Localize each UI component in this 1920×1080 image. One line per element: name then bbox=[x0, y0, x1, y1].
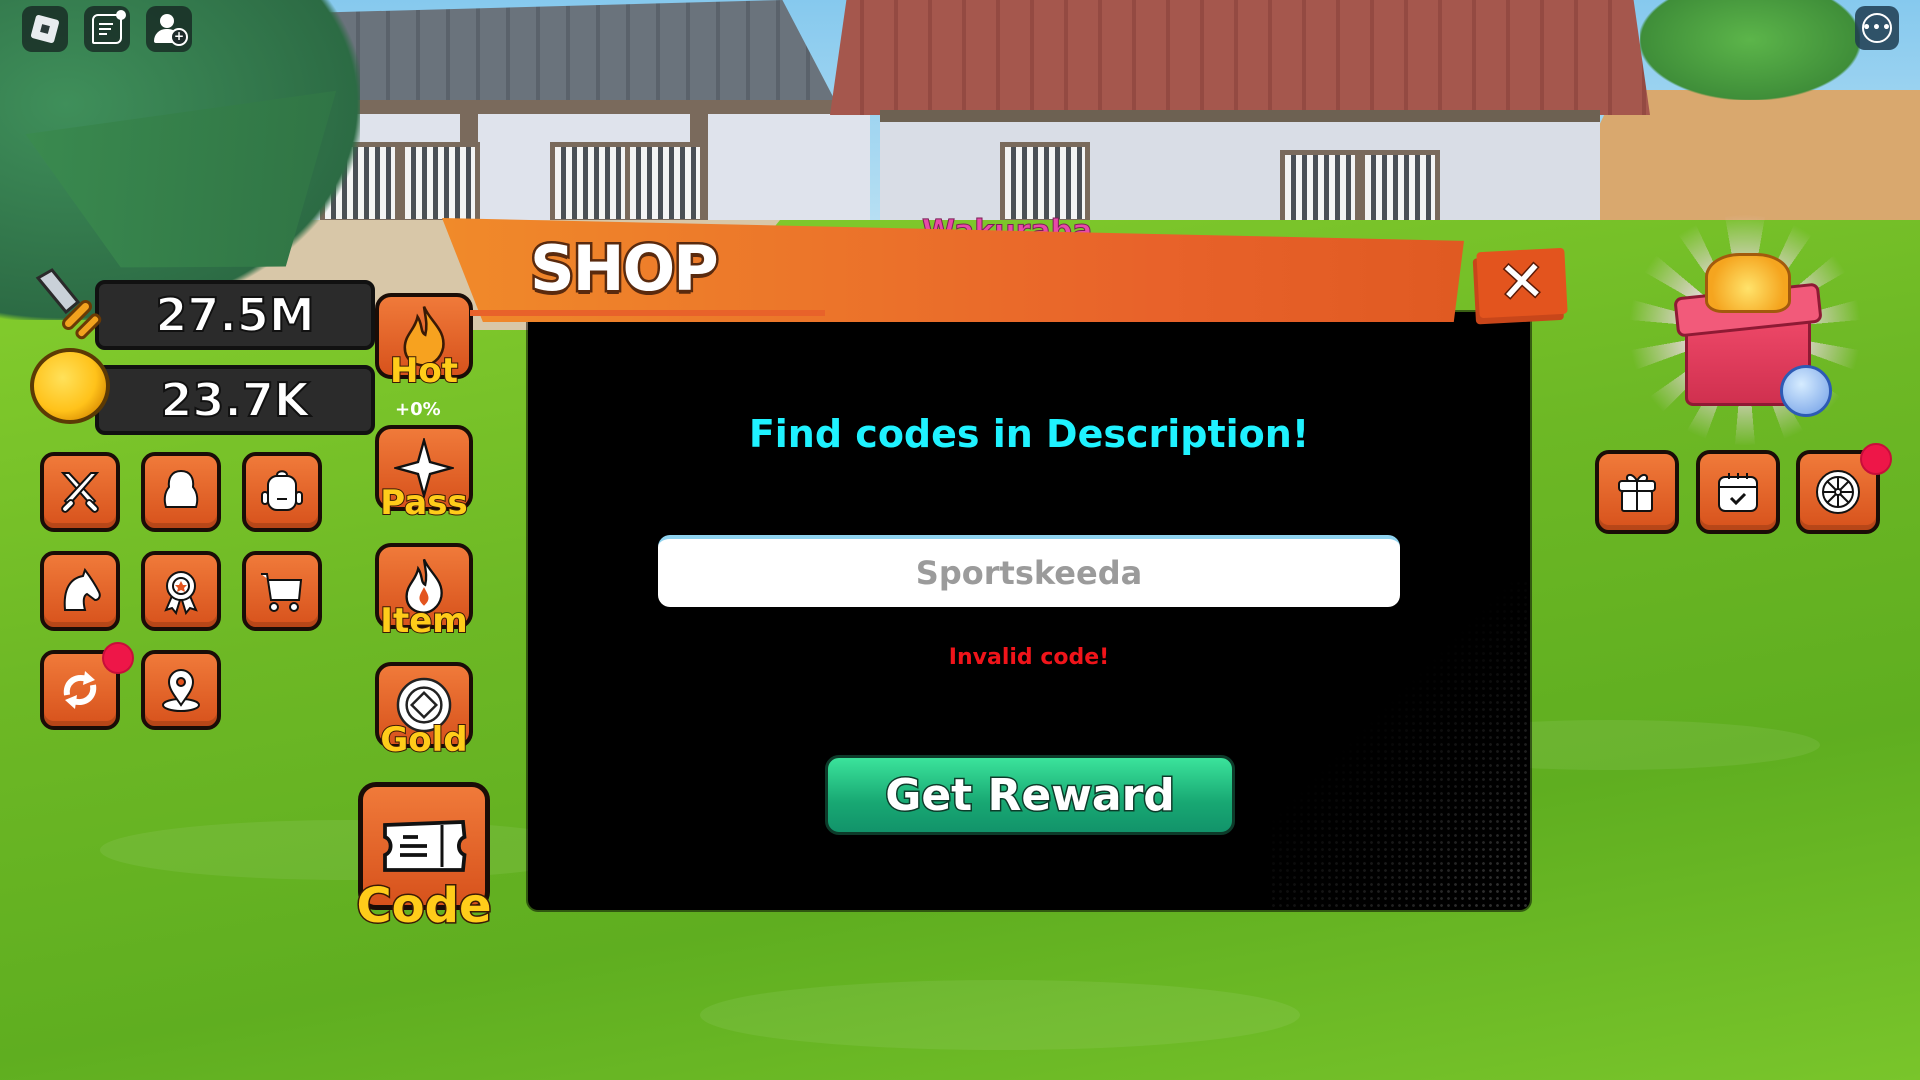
award-ribbon-icon bbox=[164, 571, 198, 616]
gift-bow bbox=[1705, 253, 1791, 313]
character-silhouette-icon bbox=[163, 469, 199, 508]
shop-tab-item[interactable]: Item bbox=[375, 543, 473, 642]
gifts-button[interactable] bbox=[1595, 450, 1679, 534]
tree-right bbox=[1640, 0, 1860, 100]
calendar-check-icon bbox=[1718, 473, 1758, 512]
refresh-arrows-icon bbox=[63, 671, 97, 709]
shop-tab-pass[interactable]: Pass bbox=[375, 425, 473, 524]
shop-header-accent bbox=[470, 310, 825, 316]
rebirth-notification-dot bbox=[102, 642, 134, 674]
mounts-button[interactable] bbox=[40, 551, 120, 631]
shop-tab-label: Code bbox=[355, 877, 493, 936]
chat-button[interactable] bbox=[84, 6, 130, 52]
store-button[interactable] bbox=[242, 551, 322, 631]
shop-tab-label: Hot bbox=[389, 350, 459, 392]
sword-icon bbox=[35, 268, 102, 340]
horse-icon bbox=[63, 567, 101, 611]
add-person-icon: + bbox=[154, 14, 188, 46]
power-stat: 27.5M bbox=[95, 280, 375, 350]
daily-rewards-button[interactable] bbox=[1696, 450, 1780, 534]
house-roof-right bbox=[830, 0, 1650, 115]
teleport-button[interactable] bbox=[141, 650, 221, 730]
inventory-button[interactable] bbox=[242, 452, 322, 532]
shop-tab-label: Pass bbox=[379, 482, 468, 524]
shop-tab-label: Item bbox=[379, 600, 468, 642]
achievements-button[interactable] bbox=[141, 551, 221, 631]
add-friend-button[interactable]: + bbox=[146, 6, 192, 52]
more-options-button[interactable]: ••• bbox=[1855, 6, 1899, 50]
shop-tab-hot[interactable]: Hot +0% bbox=[375, 293, 473, 420]
chat-icon bbox=[92, 10, 126, 44]
backpack-icon bbox=[261, 470, 303, 511]
code-input[interactable] bbox=[658, 535, 1400, 607]
shop-title: SHOP bbox=[528, 230, 722, 308]
stopwatch-icon bbox=[1780, 365, 1832, 417]
shopping-cart-icon bbox=[261, 573, 303, 612]
characters-button[interactable] bbox=[141, 452, 221, 532]
battle-button[interactable] bbox=[40, 452, 120, 532]
code-hint-text: Find codes in Description! bbox=[748, 412, 1310, 456]
crossed-swords-icon bbox=[60, 472, 100, 513]
close-icon: ✕ bbox=[1495, 247, 1548, 317]
map-pin-icon bbox=[162, 669, 200, 712]
ellipsis-icon: ••• bbox=[1862, 13, 1892, 43]
timed-gift-button[interactable] bbox=[1625, 215, 1865, 445]
spin-wheel-notification-dot bbox=[1860, 443, 1892, 475]
error-message: Invalid code! bbox=[948, 645, 1110, 670]
get-reward-button[interactable]: Get Reward bbox=[825, 755, 1235, 835]
roblox-menu-button[interactable] bbox=[22, 6, 68, 52]
shop-tab-label: Gold bbox=[379, 719, 468, 761]
gold-stat: 23.7K bbox=[95, 365, 375, 435]
ticket-icon bbox=[383, 820, 467, 872]
shop-tab-code[interactable]: Code bbox=[355, 782, 493, 936]
wheel-icon bbox=[1816, 470, 1860, 514]
hot-bonus-percent: +0% bbox=[395, 399, 441, 420]
gift-icon bbox=[1618, 474, 1656, 512]
coin-icon bbox=[30, 348, 110, 424]
roblox-logo-icon bbox=[30, 14, 60, 44]
shop-tab-gold[interactable]: Gold bbox=[375, 662, 473, 761]
close-shop-button[interactable]: ✕ bbox=[1476, 247, 1568, 319]
